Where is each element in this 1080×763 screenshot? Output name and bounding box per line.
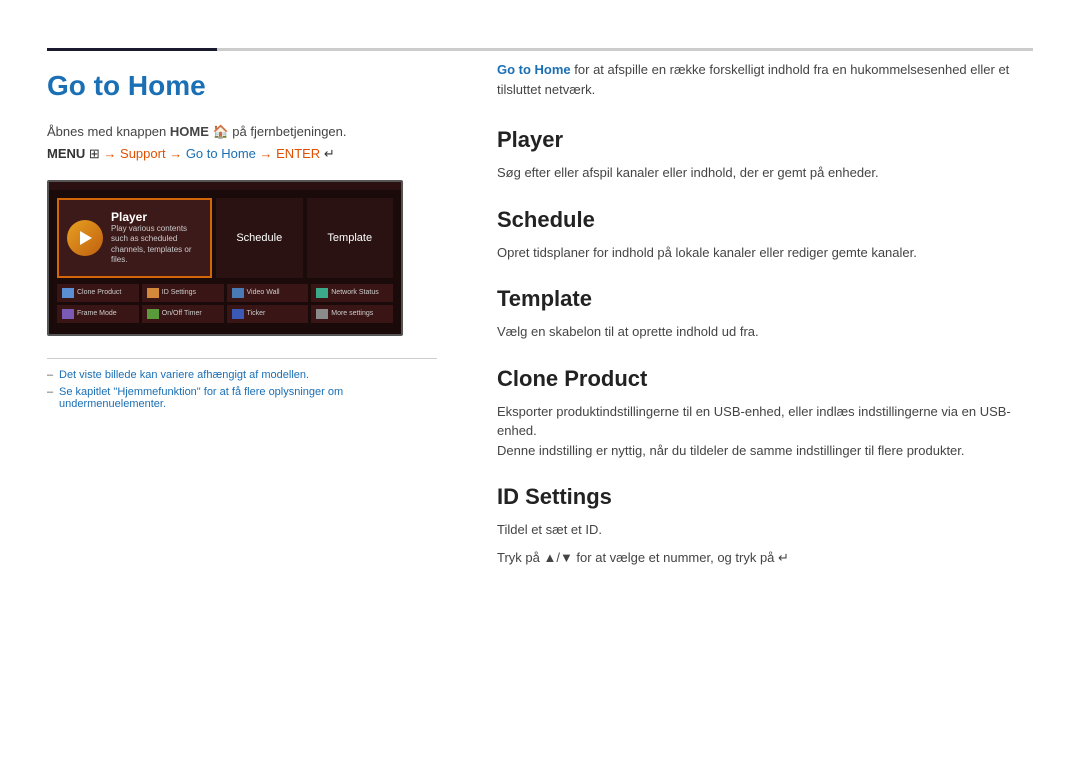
- id-icon-box: [147, 288, 159, 298]
- note-item-1: Det viste billede kan variere afhængigt …: [47, 369, 437, 381]
- note-text-1: Det viste billede kan variere afhængigt …: [59, 369, 309, 381]
- note-item-2: Se kapitlet "Hjemmefunktion" for at få f…: [47, 386, 437, 410]
- screen-icon-video: Video Wall: [227, 284, 309, 302]
- menu-enter-icon: ↵: [324, 146, 335, 161]
- screen-icon-frame: Frame Mode: [57, 305, 139, 323]
- screen-icon-more: More settings: [311, 305, 393, 323]
- menu-path: MENU ⊞ → Support → Go to Home → ENTER ↵: [47, 146, 437, 162]
- top-border-line: [217, 48, 1033, 51]
- player-sublabel: Play various contents such as scheduled …: [111, 224, 202, 266]
- ticker-icon-box: [232, 309, 244, 319]
- screen-schedule-cell: Schedule: [216, 198, 303, 278]
- section-desc-template: Vælg en skabelon til at oprette indhold …: [497, 322, 1033, 342]
- screen-icons-row1: Clone Product ID Settings Video Wall Net…: [57, 284, 393, 302]
- player-text: Player Play various contents such as sch…: [111, 210, 202, 266]
- page-title: Go to Home: [47, 70, 437, 102]
- intro-home-icon: 🏠: [209, 124, 229, 139]
- top-border-accent: [47, 48, 217, 51]
- screen-top-bar: [49, 182, 401, 190]
- note-section: Det viste billede kan variere afhængigt …: [47, 358, 437, 410]
- menu-prefix: MENU: [47, 146, 89, 161]
- more-icon-box: [316, 309, 328, 319]
- section-heading-player: Player: [497, 127, 1033, 153]
- screen-icons-row2: Frame Mode On/Off Timer Ticker More sett…: [57, 305, 393, 323]
- screen-icon-network: Network Status: [311, 284, 393, 302]
- right-column: Go to Home for at afspille en række fors…: [477, 60, 1033, 575]
- video-icon-box: [232, 288, 244, 298]
- intro-bold: HOME: [170, 124, 209, 139]
- right-intro-highlight: Go to Home: [497, 62, 571, 77]
- menu-arrow1: →: [103, 146, 120, 161]
- menu-link: Go to Home: [186, 146, 256, 161]
- timer-icon-label: On/Off Timer: [162, 310, 202, 317]
- top-border: [47, 48, 1033, 51]
- ticker-icon-label: Ticker: [247, 310, 266, 317]
- video-icon-label: Video Wall: [247, 289, 280, 296]
- section-desc-schedule: Opret tidsplaner for indhold på lokale k…: [497, 243, 1033, 263]
- section-heading-clone: Clone Product: [497, 366, 1033, 392]
- schedule-label: Schedule: [236, 232, 282, 244]
- screen-content: Player Play various contents such as sch…: [49, 190, 401, 334]
- section-heading-id: ID Settings: [497, 484, 1033, 510]
- section-desc-player: Søg efter eller afspil kanaler eller ind…: [497, 163, 1033, 183]
- section-desc-clone: Eksporter produktindstillingerne til en …: [497, 402, 1033, 461]
- right-intro-text: for at afspille en række forskelligt ind…: [497, 62, 1009, 97]
- screen-mockup: Player Play various contents such as sch…: [47, 180, 403, 336]
- frame-icon-box: [62, 309, 74, 319]
- clone-icon-box: [62, 288, 74, 298]
- note-text-2: Se kapitlet "Hjemmefunktion" for at få f…: [59, 386, 343, 410]
- section-heading-schedule: Schedule: [497, 207, 1033, 233]
- network-icon-label: Network Status: [331, 289, 378, 296]
- section-heading-template: Template: [497, 286, 1033, 312]
- intro-line1: Åbnes med knappen HOME 🏠 på fjernbetjeni…: [47, 124, 437, 140]
- intro-suffix: på fjernbetjeningen.: [229, 124, 347, 139]
- id-icon-label: ID Settings: [162, 289, 196, 296]
- right-intro: Go to Home for at afspille en række fors…: [497, 60, 1033, 99]
- more-icon-label: More settings: [331, 310, 373, 317]
- clone-icon-label: Clone Product: [77, 289, 121, 296]
- menu-arrow2: →: [166, 146, 186, 161]
- screen-icon-id: ID Settings: [142, 284, 224, 302]
- player-icon: [67, 220, 103, 256]
- screen-icon-clone: Clone Product: [57, 284, 139, 302]
- section-desc-id-1: Tildel et sæt et ID.: [497, 520, 1033, 540]
- player-label: Player: [111, 210, 202, 224]
- timer-icon-box: [147, 309, 159, 319]
- screen-player-cell: Player Play various contents such as sch…: [57, 198, 212, 278]
- menu-icon: ⊞: [89, 146, 104, 161]
- section-desc-id-2: Tryk på ▲/▼ for at vælge et nummer, og t…: [497, 548, 1033, 568]
- enter-icon: ↵: [778, 550, 789, 565]
- network-icon-box: [316, 288, 328, 298]
- menu-support: Support: [120, 146, 166, 161]
- frame-icon-label: Frame Mode: [77, 310, 117, 317]
- screen-icon-ticker: Ticker: [227, 305, 309, 323]
- screen-icon-timer: On/Off Timer: [142, 305, 224, 323]
- menu-arrow3: → ENTER: [256, 146, 324, 161]
- template-label: Template: [327, 232, 372, 244]
- screen-template-cell: Template: [307, 198, 394, 278]
- screen-main-row: Player Play various contents such as sch…: [57, 198, 393, 278]
- left-column: Go to Home Åbnes med knappen HOME 🏠 på f…: [47, 60, 437, 575]
- intro-prefix: Åbnes med knappen: [47, 124, 170, 139]
